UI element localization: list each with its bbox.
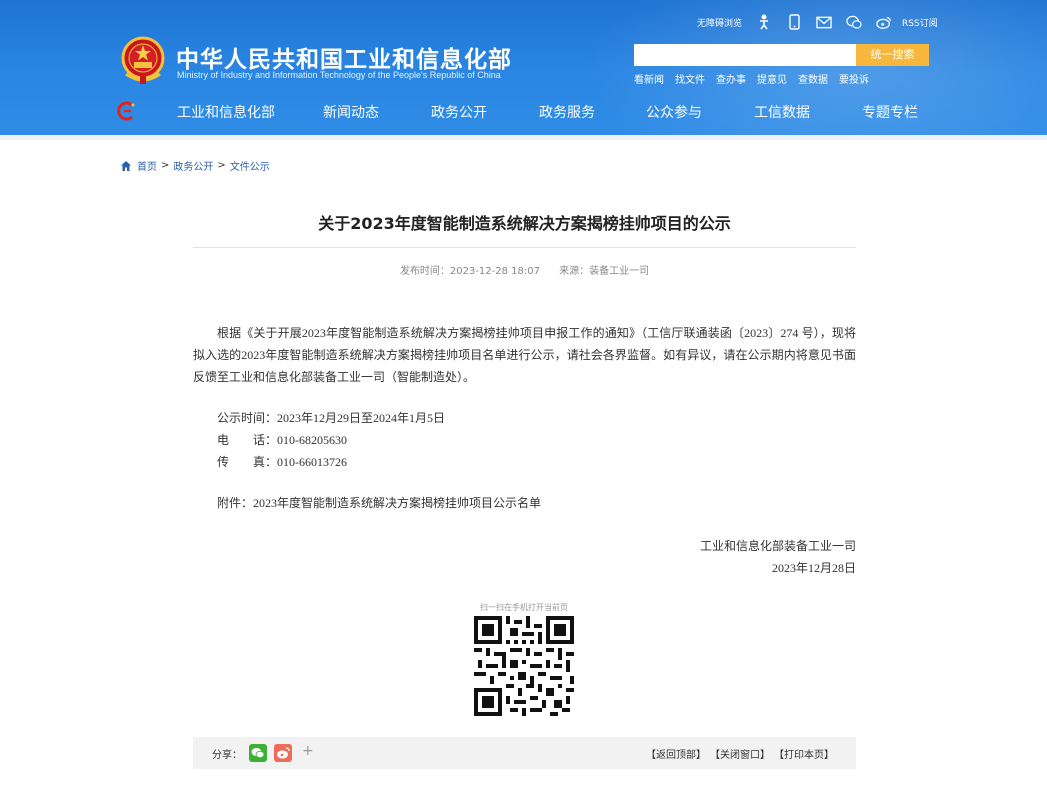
site-title: 中华人民共和国工业和信息化部 — [176, 47, 512, 73]
breadcrumb: 首页 > 政务公开 > 文件公示 — [120, 158, 270, 173]
contact-phone: 电 话：010-68205630 — [217, 433, 347, 447]
mobile-icon[interactable] — [786, 14, 802, 30]
share-bar: 分享： + 【返回顶部】 【关闭窗口】 【打印本页】 — [193, 737, 856, 769]
search-button[interactable]: 统一搜索 — [856, 44, 929, 66]
national-emblem-icon — [121, 36, 165, 84]
qr-code-icon — [474, 616, 574, 716]
title-divider — [193, 247, 856, 248]
nav-item-topics[interactable]: 专题专栏 — [862, 102, 918, 122]
wechat-icon[interactable] — [846, 14, 862, 30]
mail-icon[interactable] — [816, 14, 832, 30]
qr-caption: 扫一扫在手机打开当前页 — [480, 603, 568, 612]
nav-item-participation[interactable]: 公众参与 — [646, 102, 702, 122]
share-weibo-icon[interactable] — [274, 744, 292, 762]
ministry-logo-icon[interactable] — [117, 101, 137, 121]
quick-link-services[interactable]: 查办事 — [716, 71, 746, 86]
site-subtitle: Ministry of Industry and Information Tec… — [177, 70, 501, 80]
publish-time: 发布时间：2023-12-28 18:07 — [399, 266, 540, 277]
main-nav: 工业和信息化部 新闻动态 政务公开 政务服务 公众参与 工信数据 专题专栏 — [0, 98, 1047, 126]
breadcrumb-separator: > — [217, 160, 226, 171]
quick-link-news[interactable]: 看新闻 — [634, 71, 664, 86]
signer: 工业和信息化部装备工业一司 — [699, 539, 856, 553]
quick-links: 看新闻 找文件 查办事 提意见 查数据 要投诉 — [634, 71, 880, 86]
sign-date: 2023年12月28日 — [771, 561, 856, 575]
quick-link-data[interactable]: 查数据 — [798, 71, 828, 86]
contact-fax: 传 真：010-66013726 — [217, 455, 347, 469]
breadcrumb-separator: > — [161, 160, 170, 171]
search-input[interactable] — [634, 44, 856, 66]
close-window-link[interactable]: 【关闭窗口】 — [710, 746, 770, 761]
share-wechat-icon[interactable] — [249, 744, 267, 762]
breadcrumb-home[interactable]: 首页 — [137, 158, 157, 173]
weibo-icon[interactable] — [876, 14, 892, 30]
home-icon — [121, 160, 131, 171]
back-to-top-link[interactable]: 【返回顶部】 — [646, 746, 706, 761]
top-tools: 无障碍浏览 RSS订阅 — [697, 12, 938, 32]
print-page-link[interactable]: 【打印本页】 — [774, 746, 834, 761]
share-label: 分享： — [212, 750, 242, 761]
article-paragraph: 根据《关于开展2023年度智能制造系统解决方案揭榜挂帅项目申报工作的通知》（工信… — [193, 326, 856, 384]
accessibility-link[interactable]: 无障碍浏览 — [697, 16, 742, 29]
quick-link-files[interactable]: 找文件 — [675, 71, 705, 86]
header-divider — [0, 135, 1047, 140]
breadcrumb-file-notices[interactable]: 文件公示 — [230, 158, 270, 173]
attachment-link[interactable]: 附件：2023年度智能制造系统解决方案揭榜挂帅项目公示名单 — [217, 494, 541, 511]
nav-item-data[interactable]: 工信数据 — [754, 102, 810, 122]
page-actions: 【返回顶部】 【关闭窗口】 【打印本页】 — [642, 746, 834, 761]
article-meta: 发布时间：2023-12-28 18:07 来源：装备工业一司 — [193, 262, 856, 277]
site-header: 中华人民共和国工业和信息化部 Ministry of Industry and … — [0, 0, 1047, 135]
article-body: 根据《关于开展2023年度智能制造系统解决方案揭榜挂帅项目申报工作的通知》（工信… — [193, 322, 856, 388]
breadcrumb-open-government[interactable]: 政务公开 — [173, 158, 213, 173]
nav-item-open-government[interactable]: 政务公开 — [431, 102, 487, 122]
notice-period: 公示时间：2023年12月29日至2024年1月5日 — [217, 411, 446, 425]
nav-item-ministry[interactable]: 工业和信息化部 — [177, 102, 275, 122]
nav-item-news[interactable]: 新闻动态 — [323, 102, 379, 122]
article-title: 关于2023年度智能制造系统解决方案揭榜挂帅项目的公示 — [318, 214, 731, 233]
quick-link-complaint[interactable]: 要投诉 — [839, 71, 869, 86]
nav-item-services[interactable]: 政务服务 — [539, 102, 595, 122]
rss-link[interactable]: RSS订阅 — [902, 16, 938, 29]
accessibility-figure-icon[interactable] — [756, 14, 772, 30]
share-more-icon[interactable]: + — [302, 743, 314, 759]
article-source: 来源：装备工业一司 — [559, 266, 650, 277]
quick-link-feedback[interactable]: 提意见 — [757, 71, 787, 86]
